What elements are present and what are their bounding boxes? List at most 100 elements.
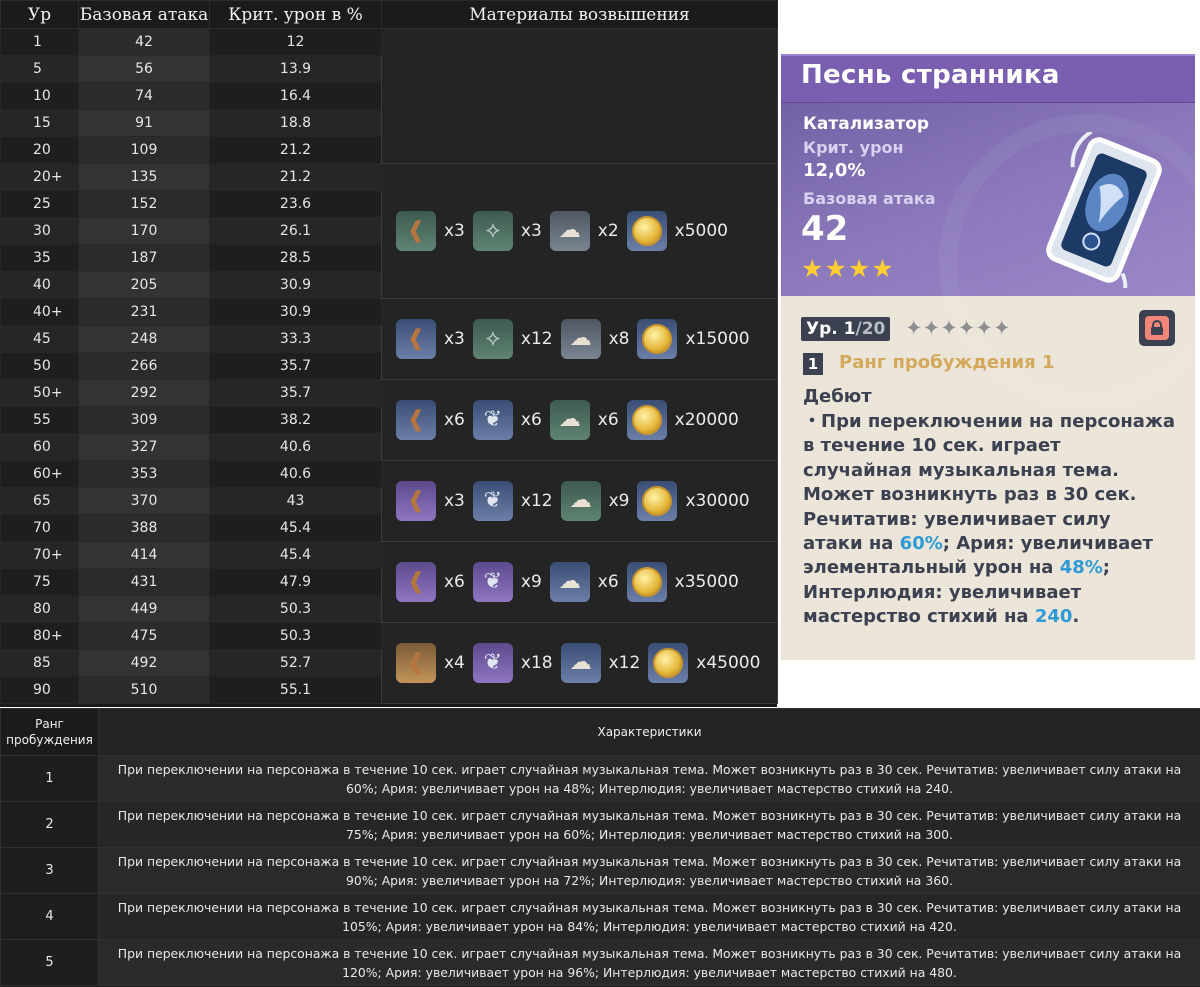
cell-level: 20 xyxy=(0,136,79,164)
passive-name: Дебют xyxy=(803,386,872,407)
stats-row: 50+ 292 35.7 ❰ x6 ❦ x6 ☁ x6 x20000 xyxy=(0,379,778,461)
refinement-description: При переключении на персонажа в течение … xyxy=(98,755,1200,802)
refinement-rank: 2 xyxy=(0,801,99,848)
mora-coin-icon xyxy=(648,643,689,683)
header-materials: Материалы возвышения xyxy=(381,0,778,29)
material-quantity: x45000 xyxy=(696,653,761,673)
refinement-rank: 3 xyxy=(0,847,99,894)
cell-base-atk: 56 xyxy=(78,55,210,83)
mora-coin-icon xyxy=(626,400,667,440)
cell-base-atk: 309 xyxy=(78,406,210,434)
lock-button[interactable] xyxy=(1139,310,1175,346)
material-quantity: x6 xyxy=(444,572,465,592)
cell-level: 80 xyxy=(0,595,79,623)
fang-icon: ❰ xyxy=(396,211,436,251)
mora-coin-icon xyxy=(637,481,678,521)
cell-crit-dmg: 21.2 xyxy=(209,136,382,164)
material-quantity: x9 xyxy=(520,572,542,592)
header-characteristics: Характеристики xyxy=(98,708,1200,756)
stats-row: 40+ 231 30.9 ❰ x3 ⟡ x12 ☁ x8 x15000 xyxy=(0,298,778,380)
cell-level: 70 xyxy=(0,514,79,542)
stats-header-row: Ур Базовая атака Крит. урон в % Материал… xyxy=(0,0,778,29)
cell-level: 1 xyxy=(0,28,79,56)
bird-icon: ❦ xyxy=(472,643,513,683)
cell-level: 60+ xyxy=(0,460,79,488)
ascension-materials-cell: ❰ x3 ❦ x12 ☁ x9 x30000 xyxy=(381,460,778,542)
cloud-icon: ☁ xyxy=(560,319,601,359)
weapon-stats-table-panel: Ур Базовая атака Крит. урон в % Материал… xyxy=(0,0,778,707)
passive-highlight-em: 240 xyxy=(1034,606,1073,628)
cell-crit-dmg: 30.9 xyxy=(209,298,382,326)
passive-highlight-dmg: 48% xyxy=(1059,557,1103,579)
cell-level: 90 xyxy=(0,676,79,704)
material-quantity: x3 xyxy=(520,221,542,241)
stats-body: 1 42 12 5 56 13.9 10 74 16.4 15 91 18.8 20 109 21.2 20+… xyxy=(0,28,778,704)
material-quantity: x6 xyxy=(444,410,465,430)
refinement-row: 5 При переключении на персонажа в течение… xyxy=(0,939,1200,986)
mora-coin-icon xyxy=(626,562,667,602)
header-base-atk: Базовая атака xyxy=(78,0,210,29)
material-quantity: x8 xyxy=(608,329,630,349)
cell-level: 65 xyxy=(0,487,79,515)
cell-crit-dmg: 50.3 xyxy=(209,595,382,623)
material-list: ❰ x4 ❦ x18 ☁ x12 x45000 xyxy=(396,643,777,683)
material-quantity: x30000 xyxy=(685,491,750,511)
bird-icon: ❦ xyxy=(472,481,513,521)
passive-description: ・При переключении на персонажа в течение… xyxy=(803,410,1175,630)
cell-crit-dmg: 40.6 xyxy=(209,433,382,461)
cell-level: 35 xyxy=(0,244,79,272)
cell-level: 85 xyxy=(0,649,79,677)
level-current: 1 xyxy=(843,319,856,339)
stats-row: 20+ 135 21.2 ❰ x3 ⟡ x3 ☁ x2 x5000 xyxy=(0,163,778,299)
passive-highlight-atk: 60% xyxy=(899,533,943,555)
cell-base-atk: 152 xyxy=(78,190,210,218)
weapon-card: Песнь странника Катализатор Крит. урон 1… xyxy=(781,54,1195,660)
cell-crit-dmg: 18.8 xyxy=(209,109,382,137)
cell-crit-dmg: 40.6 xyxy=(209,460,382,488)
cell-base-atk: 135 xyxy=(78,163,210,191)
catalyst-weapon-icon xyxy=(1046,132,1162,288)
cell-level: 50+ xyxy=(0,379,79,407)
weapon-stats-table: Ур Базовая атака Крит. урон в % Материал… xyxy=(0,0,778,704)
cell-level: 55 xyxy=(0,406,79,434)
cell-base-atk: 510 xyxy=(78,676,210,704)
cell-base-atk: 248 xyxy=(78,325,210,353)
cell-base-atk: 431 xyxy=(78,568,210,596)
cell-level: 5 xyxy=(0,55,79,83)
ascension-materials-cell: ❰ x3 ⟡ x12 ☁ x8 x15000 xyxy=(381,298,778,380)
cell-crit-dmg: 38.2 xyxy=(209,406,382,434)
substat-value: 12,0% xyxy=(803,160,866,181)
lock-icon xyxy=(1145,316,1169,340)
fang-icon: ❰ xyxy=(396,562,436,602)
cell-base-atk: 414 xyxy=(78,541,210,569)
cell-crit-dmg: 30.9 xyxy=(209,271,382,299)
mora-coin-icon xyxy=(637,319,678,359)
weapon-title: Песнь странника xyxy=(801,60,1060,90)
cell-level: 10 xyxy=(0,82,79,110)
cloud-icon: ☁ xyxy=(549,562,590,602)
cell-level: 50 xyxy=(0,352,79,380)
cell-base-atk: 266 xyxy=(78,352,210,380)
cell-level: 40 xyxy=(0,271,79,299)
ascension-materials-cell: ❰ x3 ⟡ x3 ☁ x2 x5000 xyxy=(381,163,778,299)
level-prefix: Ур. xyxy=(806,319,844,339)
refinement-row: 2 При переключении на персонажа в течение… xyxy=(0,801,1200,848)
cell-crit-dmg: 23.6 xyxy=(209,190,382,218)
ascension-materials-cell: ❰ x6 ❦ x6 ☁ x6 x20000 xyxy=(381,379,778,461)
substat-label: Крит. урон xyxy=(803,138,904,157)
cell-level: 60 xyxy=(0,433,79,461)
cell-level: 15 xyxy=(0,109,79,137)
refinement-description: При переключении на персонажа в течение … xyxy=(98,893,1200,940)
refinement-rank-label: Ранг пробуждения 1 xyxy=(839,352,1055,373)
refinement-body: 1 При переключении на персонажа в течение… xyxy=(0,755,1200,986)
cell-crit-dmg: 12 xyxy=(209,28,382,56)
material-quantity: x18 xyxy=(520,653,553,673)
material-quantity: x15000 xyxy=(685,329,750,349)
material-list: ❰ x3 ⟡ x12 ☁ x8 x15000 xyxy=(396,319,777,359)
cell-base-atk: 370 xyxy=(78,487,210,515)
material-quantity: x12 xyxy=(608,653,641,673)
cell-base-atk: 74 xyxy=(78,82,210,110)
base-atk-value: 42 xyxy=(801,209,849,249)
stats-row: 70+ 414 45.4 ❰ x6 ❦ x9 ☁ x6 x35000 xyxy=(0,541,778,623)
cell-base-atk: 492 xyxy=(78,649,210,677)
